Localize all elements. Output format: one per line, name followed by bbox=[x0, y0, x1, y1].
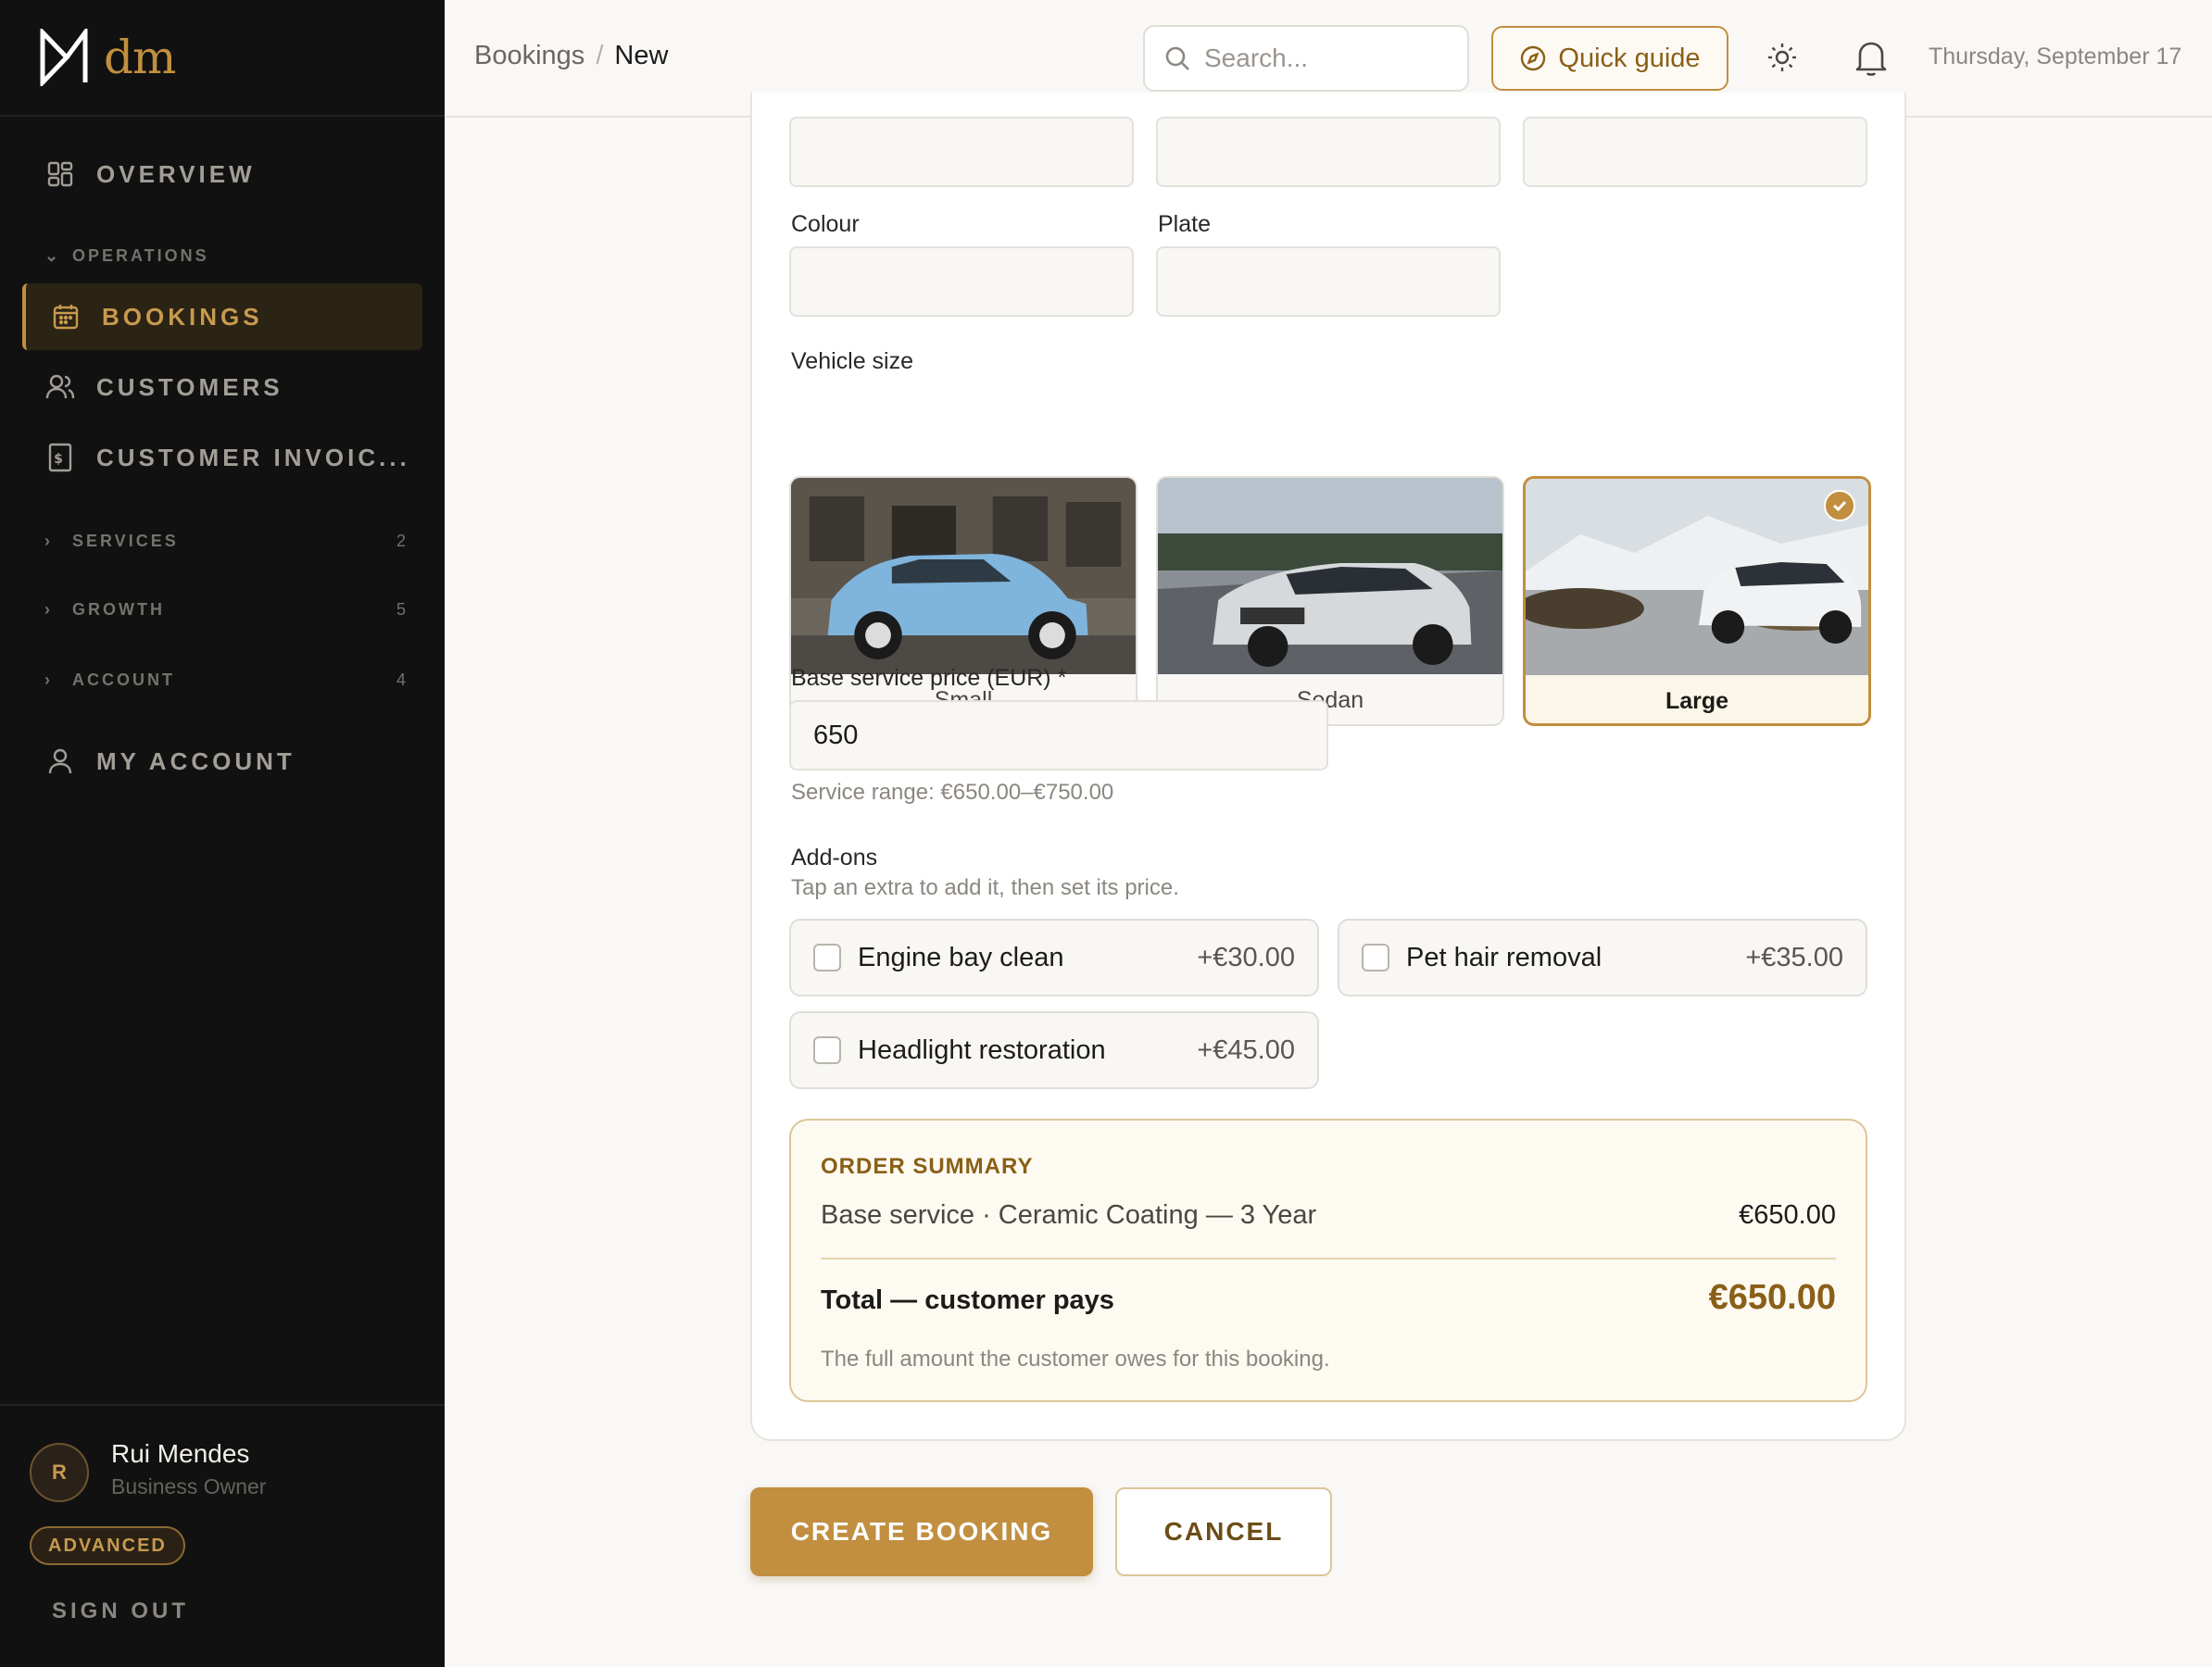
model-field[interactable] bbox=[1156, 117, 1501, 187]
colour-field[interactable] bbox=[789, 246, 1134, 317]
addon-engine-bay-clean[interactable]: Engine bay clean +€30.00 bbox=[789, 919, 1319, 996]
bell-icon[interactable] bbox=[1853, 37, 1890, 78]
base-price-label: Base service price (EUR) * bbox=[791, 665, 1067, 691]
section-growth-label: GROWTH bbox=[72, 600, 165, 619]
vehicle-size-label: Vehicle size bbox=[791, 348, 914, 374]
chevron-down-icon: ⌄ bbox=[44, 246, 62, 265]
nav-overview-label: OVERVIEW bbox=[96, 159, 256, 188]
nav-customers-label: CUSTOMERS bbox=[96, 372, 283, 401]
cancel-button[interactable]: CANCEL bbox=[1115, 1487, 1332, 1576]
user-panel: R Rui Mendes Business Owner ADVANCED SIG… bbox=[0, 1404, 445, 1667]
breadcrumb-bookings-link[interactable]: Bookings bbox=[474, 41, 584, 70]
section-account[interactable]: › ACCOUNT 4 bbox=[44, 671, 406, 690]
total-label: Total — customer pays bbox=[821, 1285, 1114, 1315]
large-suv-image bbox=[1526, 479, 1868, 675]
sidebar: dm OVERVIEW ⌄ OPERATIONS BOOKINGS CUSTOM… bbox=[0, 0, 445, 1667]
addons-hint: Tap an extra to add it, then set its pri… bbox=[791, 875, 1179, 900]
plan-badge: ADVANCED bbox=[30, 1526, 185, 1565]
quick-guide-button[interactable]: Quick guide bbox=[1491, 26, 1728, 91]
year-field[interactable] bbox=[1523, 117, 1867, 187]
addon-name: Pet hair removal bbox=[1406, 942, 1602, 972]
breadcrumb-current: New bbox=[614, 41, 669, 70]
breadcrumb: Bookings / New bbox=[474, 41, 668, 71]
order-summary: ORDER SUMMARY Base service · Ceramic Coa… bbox=[789, 1119, 1867, 1402]
avatar[interactable]: R bbox=[30, 1443, 89, 1502]
nav-customers[interactable]: CUSTOMERS bbox=[22, 354, 422, 420]
logo-mark-icon bbox=[40, 29, 88, 86]
section-account-label: ACCOUNT bbox=[72, 671, 175, 689]
section-growth[interactable]: › GROWTH 5 bbox=[44, 600, 406, 620]
nav-customer-invoices[interactable]: $ CUSTOMER INVOIC... bbox=[22, 424, 422, 491]
make-field[interactable] bbox=[789, 117, 1134, 187]
create-booking-button[interactable]: CREATE BOOKING bbox=[750, 1487, 1093, 1576]
addon-name: Headlight restoration bbox=[858, 1034, 1106, 1065]
search-icon bbox=[1165, 46, 1189, 70]
vehicle-size-large-label: Large bbox=[1665, 687, 1729, 714]
addon-checkbox[interactable] bbox=[813, 1036, 841, 1064]
section-account-count: 4 bbox=[396, 671, 406, 689]
section-services[interactable]: › SERVICES 2 bbox=[44, 532, 406, 551]
vehicle-size-sedan[interactable]: Sedan bbox=[1156, 476, 1504, 726]
small-car-image bbox=[791, 478, 1136, 674]
nav-bookings-label: BOOKINGS bbox=[102, 302, 263, 331]
svg-text:$: $ bbox=[54, 452, 67, 467]
section-services-label: SERVICES bbox=[72, 532, 179, 550]
users-icon bbox=[44, 371, 76, 403]
chevron-right-icon: › bbox=[44, 532, 53, 550]
summary-line-label: Base service · Ceramic Coating — 3 Year bbox=[821, 1200, 1317, 1230]
service-range-hint: Service range: €650.00–€750.00 bbox=[791, 780, 1114, 805]
chevron-right-icon: › bbox=[44, 671, 53, 689]
nav-bookings[interactable]: BOOKINGS bbox=[22, 283, 422, 350]
section-operations[interactable]: ⌄ OPERATIONS bbox=[44, 246, 406, 266]
addons-label: Add-ons bbox=[791, 845, 878, 871]
addon-headlight-restoration[interactable]: Headlight restoration +€45.00 bbox=[789, 1011, 1319, 1089]
base-price-input[interactable] bbox=[789, 700, 1328, 771]
user-name: Rui Mendes bbox=[111, 1439, 250, 1468]
total-note: The full amount the customer owes for th… bbox=[821, 1347, 1330, 1372]
logo[interactable]: dm bbox=[0, 0, 445, 117]
chevron-right-icon: › bbox=[44, 600, 53, 619]
user-role: Business Owner bbox=[111, 1474, 267, 1498]
addon-name: Engine bay clean bbox=[858, 942, 1064, 972]
user-icon bbox=[44, 746, 76, 777]
nav-my-account-label: MY ACCOUNT bbox=[96, 746, 295, 775]
addon-price: +€30.00 bbox=[1197, 942, 1295, 972]
section-services-count: 2 bbox=[396, 532, 406, 550]
total-amount: €650.00 bbox=[1708, 1278, 1836, 1317]
summary-divider bbox=[821, 1258, 1836, 1260]
addon-pet-hair-removal[interactable]: Pet hair removal +€35.00 bbox=[1338, 919, 1867, 996]
nav-overview[interactable]: OVERVIEW bbox=[22, 141, 422, 207]
addon-price: +€45.00 bbox=[1197, 1034, 1295, 1065]
theme-toggle-sun-icon[interactable] bbox=[1766, 41, 1799, 74]
booking-form-card: Colour Plate Vehicle size Small bbox=[750, 93, 1906, 1441]
sign-out-button[interactable]: SIGN OUT bbox=[52, 1598, 189, 1624]
sedan-car-image bbox=[1158, 478, 1502, 674]
order-summary-title: ORDER SUMMARY bbox=[821, 1154, 1034, 1179]
invoice-icon: $ bbox=[44, 442, 76, 473]
vehicle-size-large[interactable]: Large bbox=[1523, 476, 1871, 726]
colour-label: Colour bbox=[791, 211, 860, 237]
plate-label: Plate bbox=[1158, 211, 1211, 237]
logo-text: dm bbox=[104, 31, 176, 84]
addon-checkbox[interactable] bbox=[813, 944, 841, 971]
nav-my-account[interactable]: MY ACCOUNT bbox=[22, 728, 422, 795]
addon-price: +€35.00 bbox=[1745, 942, 1843, 972]
breadcrumb-separator: / bbox=[596, 41, 604, 70]
summary-line-amount: €650.00 bbox=[1739, 1200, 1836, 1230]
plate-field[interactable] bbox=[1156, 246, 1501, 317]
current-date: Thursday, September 17 bbox=[1929, 44, 2182, 69]
search-input[interactable] bbox=[1204, 44, 1464, 73]
calendar-icon bbox=[50, 301, 82, 332]
section-operations-label: OPERATIONS bbox=[72, 246, 209, 265]
section-growth-count: 5 bbox=[396, 600, 406, 619]
compass-icon bbox=[1521, 45, 1546, 71]
quick-guide-label: Quick guide bbox=[1558, 43, 1701, 73]
grid-icon bbox=[44, 158, 76, 190]
nav-customer-invoices-label: CUSTOMER INVOIC... bbox=[96, 443, 410, 471]
selected-check-icon bbox=[1824, 490, 1855, 521]
search-box[interactable] bbox=[1143, 25, 1469, 92]
addon-checkbox[interactable] bbox=[1362, 944, 1389, 971]
